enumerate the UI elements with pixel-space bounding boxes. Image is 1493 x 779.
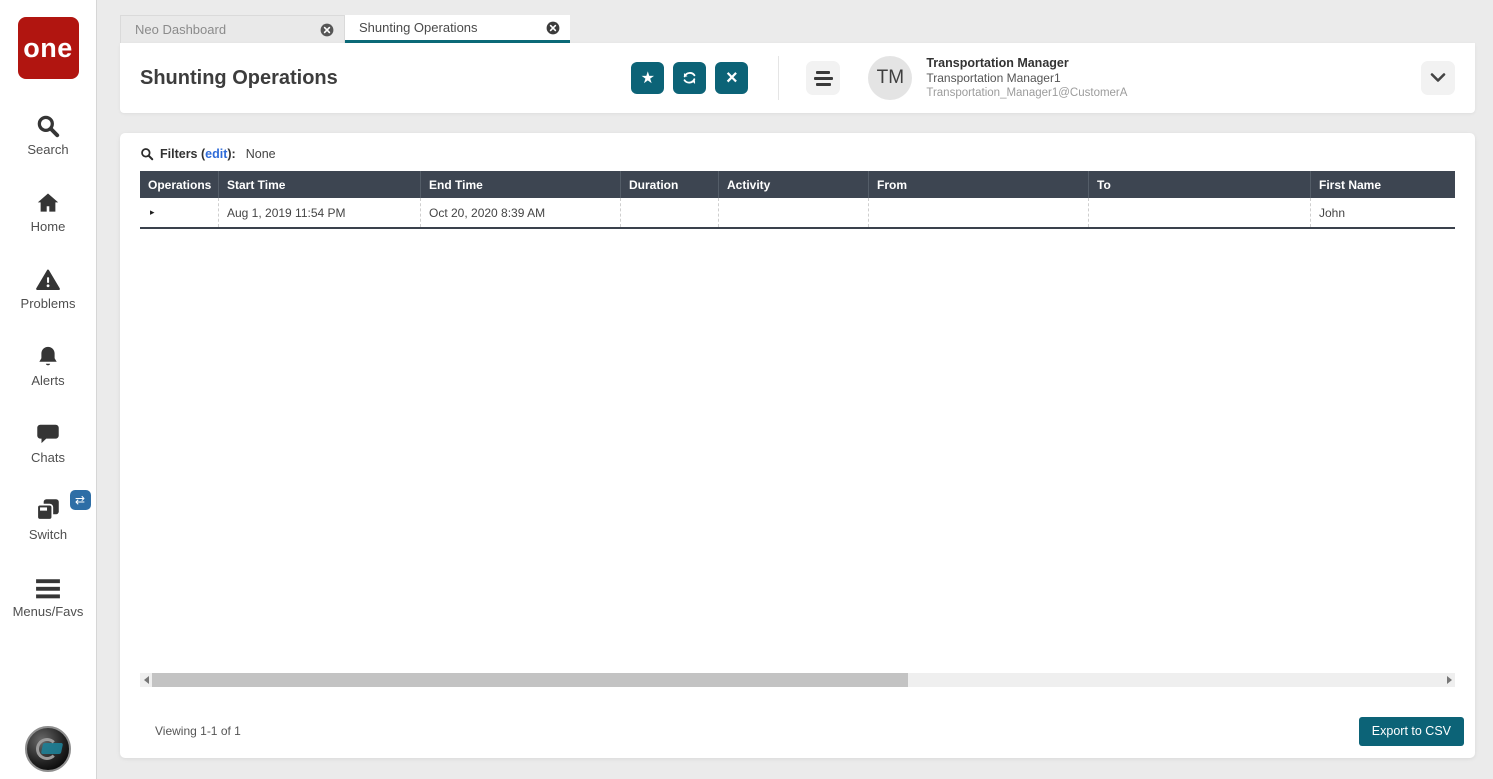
content-area: Neo Dashboard Shunting Operations Shunti… xyxy=(98,0,1493,779)
sidebar-item-label: Chats xyxy=(31,450,65,465)
sidebar: one Search Home Problems Alerts Chats ⇄ … xyxy=(0,0,97,779)
menus-favs-icon xyxy=(35,571,61,601)
sidebar-item-home[interactable]: Home xyxy=(0,186,97,234)
alerts-bell-icon xyxy=(35,340,61,370)
header-actions: ★ × xyxy=(631,62,749,94)
user-name: Transportation Manager1 xyxy=(926,71,1061,86)
table-header-row: Operations Start Time End Time Duration Acti… xyxy=(140,171,1455,198)
switch-swap-arrows-icon[interactable]: ⇄ xyxy=(69,490,91,510)
viewing-status: Viewing 1-1 of 1 xyxy=(155,724,241,738)
filters-edit-link[interactable]: edit xyxy=(205,147,227,161)
sidebar-item-switch[interactable]: ⇄ Switch xyxy=(0,490,97,542)
sidebar-item-label: Problems xyxy=(20,296,76,311)
column-header-1[interactable]: Start Time xyxy=(218,171,420,198)
close-screen-button[interactable]: × xyxy=(715,62,749,94)
refresh-button[interactable] xyxy=(673,62,707,94)
tab-bar: Neo Dashboard Shunting Operations xyxy=(98,0,1493,43)
header-divider xyxy=(778,56,780,100)
neo-assistant-icon[interactable] xyxy=(25,726,71,772)
table-cell xyxy=(620,198,718,227)
sidebar-item-chats[interactable]: Chats xyxy=(0,417,97,465)
sidebar-item-label: Alerts xyxy=(31,373,65,388)
one-logo[interactable]: one xyxy=(17,17,79,79)
sidebar-item-problems[interactable]: Problems xyxy=(0,263,97,311)
user-info: TM Transportation Manager Transportation… xyxy=(868,56,1127,101)
sidebar-item-label: Switch xyxy=(28,527,68,542)
star-icon: ★ xyxy=(640,70,656,87)
tab-neo-dashboard[interactable]: Neo Dashboard xyxy=(120,15,345,43)
user-avatar[interactable]: TM xyxy=(868,56,913,100)
tab-shunting-operations[interactable]: Shunting Operations xyxy=(345,15,570,43)
one-logo-text: one xyxy=(23,32,73,63)
refresh-icon xyxy=(681,70,698,87)
table-cell: Aug 1, 2019 11:54 PM xyxy=(218,198,420,227)
favorite-button[interactable]: ★ xyxy=(631,62,665,94)
column-header-2[interactable]: End Time xyxy=(420,171,620,198)
close-icon: × xyxy=(726,66,738,89)
sidebar-item-alerts[interactable]: Alerts xyxy=(0,340,97,388)
column-header-3[interactable]: Duration xyxy=(620,171,718,198)
tab-label: Shunting Operations xyxy=(359,20,478,35)
scroll-left-arrow[interactable] xyxy=(140,673,152,687)
table-cell xyxy=(868,198,1088,227)
user-role: Transportation Manager xyxy=(926,55,1069,70)
table-footer: Viewing 1-1 of 1 Export to CSV xyxy=(140,716,1464,746)
screen-menu-button[interactable] xyxy=(806,61,841,95)
scroll-right-arrow[interactable] xyxy=(1443,673,1455,687)
chats-bubble-icon xyxy=(35,417,61,447)
table-cell: Oct 20, 2020 8:39 AM xyxy=(420,198,620,227)
search-icon xyxy=(35,109,61,139)
menu-bar xyxy=(813,76,833,80)
sidebar-item-search[interactable]: Search xyxy=(0,109,97,157)
menu-bar xyxy=(815,82,831,86)
page-header: Shunting Operations ★ × TM Transportatio… xyxy=(120,43,1475,113)
switch-cards-icon xyxy=(34,494,62,524)
filters-label-suffix: ): xyxy=(227,147,236,161)
table-body: ▸ Aug 1, 2019 11:54 PM Oct 20, 2020 8:39 A… xyxy=(140,198,1455,229)
column-header-5[interactable]: From xyxy=(868,171,1088,198)
results-panel: Filters (edit): None Operations Start Tim… xyxy=(120,133,1475,758)
user-account: Transportation_Manager1@CustomerA xyxy=(926,87,1128,100)
table-cell xyxy=(718,198,868,227)
home-icon xyxy=(34,186,62,216)
horizontal-scrollbar[interactable] xyxy=(140,673,1455,687)
filters-value: None xyxy=(245,147,276,161)
table-cell xyxy=(1088,198,1310,227)
column-header-0[interactable]: Operations xyxy=(140,171,218,198)
page-title: Shunting Operations xyxy=(140,66,338,89)
operations-table: Operations Start Time End Time Duration Acti… xyxy=(140,171,1455,229)
column-header-7[interactable]: First Name xyxy=(1310,171,1455,198)
tab-close-icon[interactable] xyxy=(546,21,560,35)
sidebar-item-label: Home xyxy=(30,219,66,234)
filters-label: Filters ( xyxy=(160,147,206,161)
sidebar-nav: Search Home Problems Alerts Chats ⇄ Swit… xyxy=(0,109,97,648)
table-row[interactable]: ▸ Aug 1, 2019 11:54 PM Oct 20, 2020 8:39 A… xyxy=(140,198,1455,229)
scrollbar-thumb[interactable] xyxy=(152,673,909,687)
page: one Search Home Problems Alerts Chats ⇄ … xyxy=(0,0,1493,779)
export-to-csv-button[interactable]: Export to CSV xyxy=(1358,716,1464,746)
filters-bar: Filters (edit): None xyxy=(120,133,1475,169)
table-cell: John xyxy=(1310,198,1455,227)
tab-label: Neo Dashboard xyxy=(135,22,227,37)
user-text: Transportation Manager Transportation Ma… xyxy=(926,56,1127,101)
sidebar-item-label: Search xyxy=(27,142,69,157)
column-header-6[interactable]: To xyxy=(1088,171,1310,198)
problems-warning-icon xyxy=(34,263,62,293)
tab-close-icon[interactable] xyxy=(320,23,334,37)
sidebar-item-menus-favs[interactable]: Menus/Favs xyxy=(0,571,97,619)
user-menu-chevron-button[interactable] xyxy=(1421,61,1455,95)
column-header-4[interactable]: Activity xyxy=(718,171,868,198)
sidebar-item-label: Menus/Favs xyxy=(12,604,84,619)
chevron-down-icon xyxy=(1430,73,1446,83)
menu-bar xyxy=(816,70,831,74)
row-expander-icon[interactable]: ▸ xyxy=(140,198,218,227)
filters-search-icon xyxy=(140,147,154,161)
